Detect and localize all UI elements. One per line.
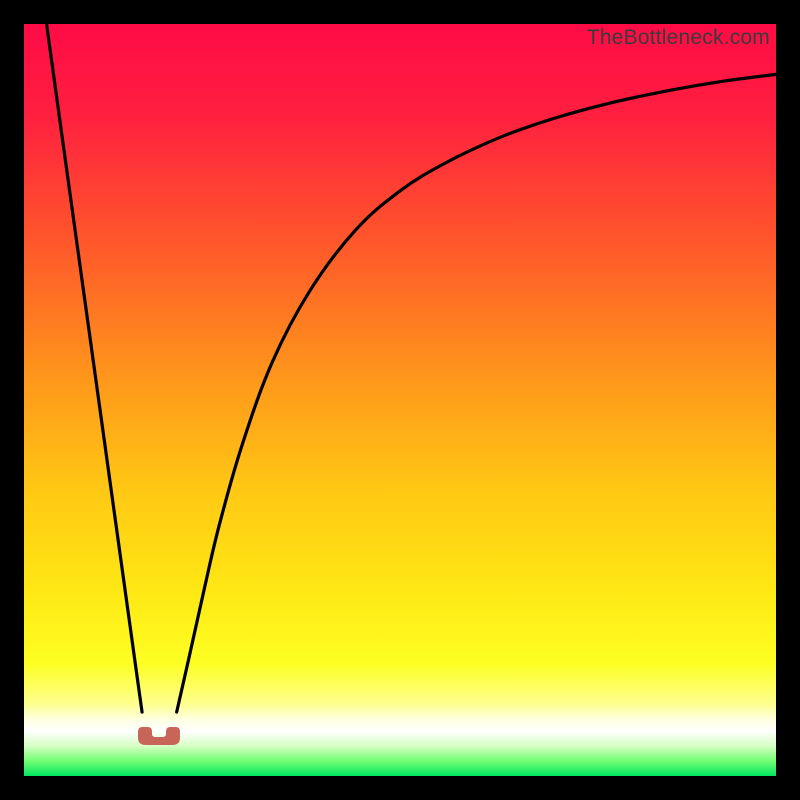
outer-frame: TheBottleneck.com bbox=[0, 0, 800, 800]
bottleneck-curve bbox=[24, 24, 776, 776]
trough-marker bbox=[136, 725, 182, 747]
trough-marker-shape bbox=[138, 727, 180, 745]
curve-left-branch bbox=[47, 24, 143, 712]
plot-area: TheBottleneck.com bbox=[24, 24, 776, 776]
curve-right-branch bbox=[177, 74, 776, 712]
